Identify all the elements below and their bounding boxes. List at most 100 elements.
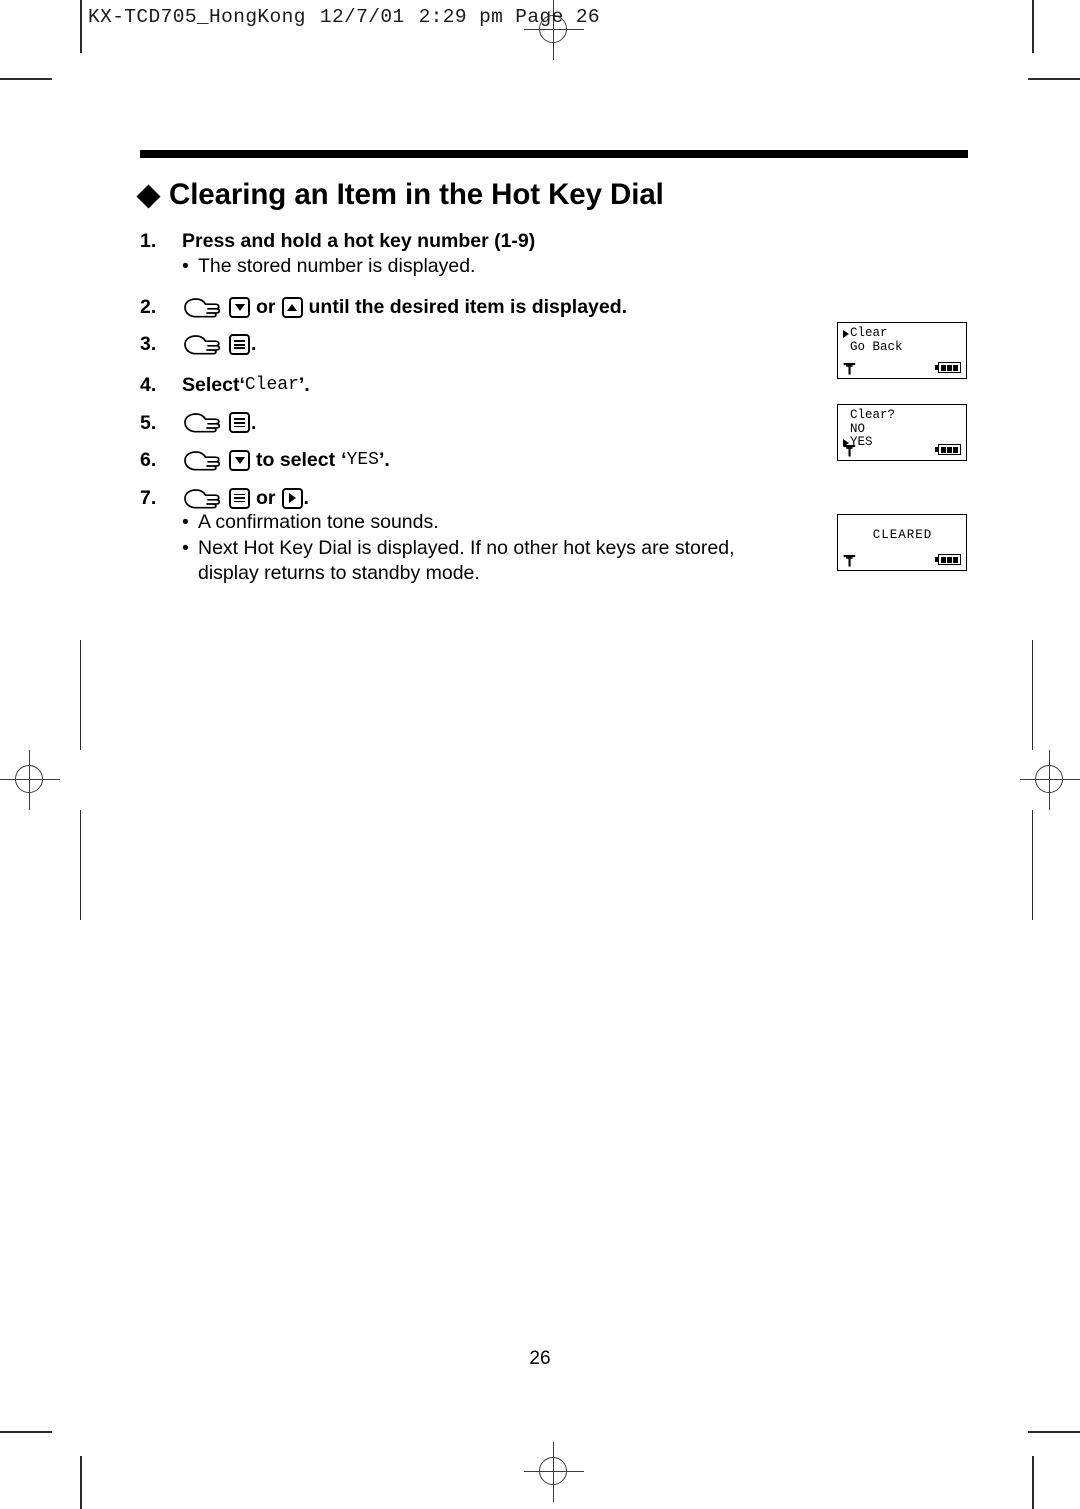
menu-key-icon — [229, 334, 250, 356]
step-item: 2. or until the desired item is displaye… — [140, 295, 970, 320]
hand-pointer-icon — [182, 450, 222, 471]
or-label: or — [256, 486, 276, 509]
step-text: to select ‘YES’. — [182, 448, 390, 473]
print-header: KX-TCD705_HongKong 12/7/01 2:29 pm Page 26 — [88, 6, 600, 28]
trim-line-right-vertical-lower — [1032, 810, 1034, 920]
lcd-line: Clear? — [843, 408, 962, 423]
page-number: 26 — [529, 1348, 551, 1369]
step-item: 7. or . — [140, 486, 970, 511]
lcd-text-area: Clear Go Back — [843, 326, 962, 355]
trim-line-right-vertical — [1032, 640, 1034, 750]
registration-mark-bottom — [524, 1442, 584, 1502]
crop-mark-top-left-vertical — [80, 0, 82, 53]
note-text: Next Hot Key Dial is displayed. If no ot… — [198, 536, 735, 584]
step-number: 2. — [140, 295, 157, 318]
quote-close: ’. — [298, 374, 310, 397]
lcd-line: NO — [843, 421, 962, 437]
lcd-status-bar — [843, 443, 961, 457]
lcd-line-text: NO — [850, 421, 866, 436]
lcd-status-bar — [843, 553, 961, 567]
step-text: or until the desired item is displayed. — [182, 295, 633, 320]
step-mid-text: to select — [256, 449, 336, 472]
crop-mark-bottom-left-horizontal — [0, 1431, 52, 1433]
menu-value-clear: Clear — [244, 374, 299, 395]
note-text: The stored number is displayed. — [198, 254, 476, 277]
step-number: 7. — [140, 486, 157, 509]
step-number: 1. — [140, 230, 157, 252]
lcd-status-bar — [843, 361, 961, 375]
page-title: Clearing an Item in the Hot Key Dial — [169, 178, 664, 211]
lcd-line: Clear — [843, 326, 962, 341]
battery-full-icon — [935, 362, 961, 373]
battery-full-icon — [935, 444, 961, 455]
arrow-down-key-icon — [229, 296, 250, 318]
step-trailing-text: . — [303, 486, 309, 509]
step-trailing-text: . — [251, 333, 257, 356]
menu-value-yes: YES — [346, 450, 379, 471]
arrow-right-key-icon — [281, 487, 303, 509]
step-text: . — [182, 332, 256, 357]
page-title-row: Clearing an Item in the Hot Key Dial — [136, 178, 970, 212]
lcd-line-text: Clear — [850, 326, 888, 340]
arrow-up-key-icon — [281, 296, 303, 318]
step-text: Press and hold a hot key number (1-9) — [182, 230, 536, 252]
crop-mark-bottom-left-vertical — [80, 1456, 82, 1509]
step-text: . — [182, 411, 256, 436]
step-number: 3. — [140, 333, 157, 356]
antenna-icon — [843, 444, 856, 457]
step-number: 6. — [140, 449, 157, 472]
hand-pointer-icon — [182, 334, 222, 355]
crop-mark-bottom-right-horizontal — [1028, 1431, 1080, 1433]
print-header-date: 12/7/01 — [319, 6, 405, 28]
note-item: • The stored number is displayed. — [182, 254, 970, 279]
menu-key-icon — [229, 412, 250, 434]
lcd-line-text: Go Back — [850, 339, 903, 354]
bullet-icon: • — [182, 536, 189, 559]
battery-full-icon — [935, 554, 961, 565]
crop-mark-top-left-horizontal — [0, 78, 52, 80]
step-text: or . — [182, 486, 309, 511]
print-header-time: 2:29 pm — [418, 6, 504, 28]
registration-mark-right — [1020, 750, 1080, 810]
step-number: 4. — [140, 374, 157, 397]
menu-key-icon — [229, 487, 250, 509]
antenna-icon — [843, 362, 856, 375]
select-label: Select — [182, 374, 240, 397]
crop-mark-top-right-vertical — [1032, 0, 1034, 53]
lcd-line-text: Clear? — [850, 408, 896, 422]
step-text: Select ‘Clear’. — [182, 373, 310, 398]
trim-line-left-vertical — [80, 640, 82, 750]
diamond-bullet-icon — [136, 183, 161, 209]
crop-mark-top-right-horizontal — [1028, 78, 1080, 80]
print-header-page-label: Page — [515, 6, 564, 28]
bullet-icon: • — [182, 511, 189, 534]
bullet-icon: • — [182, 254, 189, 277]
print-header-model: KX-TCD705_HongKong — [88, 6, 306, 28]
step-item: 1. Press and hold a hot key number (1-9) — [140, 229, 970, 254]
registration-mark-left — [0, 750, 60, 810]
lcd-text-area: CLEARED — [843, 528, 962, 543]
step-number: 5. — [140, 411, 157, 434]
quote-close: ’. — [378, 449, 390, 472]
trim-line-left-vertical-lower — [80, 810, 82, 920]
hand-pointer-icon — [182, 297, 222, 318]
lcd-clear-confirm: Clear? NO YES — [837, 404, 967, 461]
note-text: A confirmation tone sounds. — [198, 511, 439, 534]
or-label: or — [256, 295, 276, 318]
arrow-down-key-icon — [229, 449, 250, 471]
step-notes: • The stored number is displayed. — [182, 254, 970, 279]
step-trailing-text: until the desired item is displayed. — [308, 295, 628, 318]
print-header-page-number: 26 — [575, 6, 601, 28]
antenna-icon — [843, 554, 856, 567]
hand-pointer-icon — [182, 412, 222, 433]
title-rule — [140, 150, 968, 158]
lcd-cleared: CLEARED — [837, 514, 967, 571]
lcd-line: Go Back — [843, 339, 962, 355]
lcd-clear-go-back: Clear Go Back — [837, 322, 967, 379]
hand-pointer-icon — [182, 488, 222, 509]
lcd-line-text: CLEARED — [872, 528, 933, 542]
crop-mark-bottom-right-vertical — [1032, 1456, 1034, 1509]
step-trailing-text: . — [251, 411, 257, 434]
